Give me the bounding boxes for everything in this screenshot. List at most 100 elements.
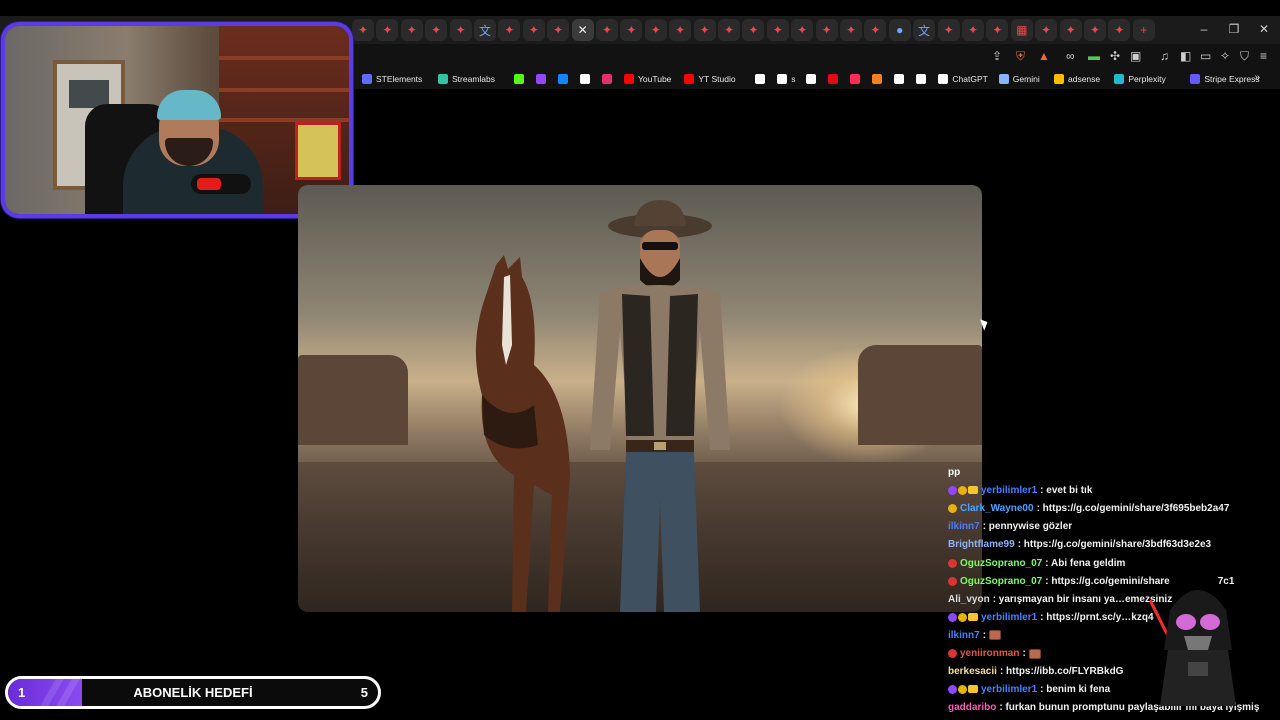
chat-username[interactable]: Clark_Wayne00 [960,503,1034,514]
bookmark-item[interactable]: Gemini [998,72,1040,86]
bookmark-item[interactable] [558,72,568,86]
tab-gemini-spark-icon[interactable]: ✦ [644,19,667,41]
tab-gemini-spark-icon[interactable]: ✦ [596,19,618,41]
chat-text: : benim ki fena [1040,684,1111,696]
bookmark-item[interactable] [536,72,546,86]
chat-username[interactable]: berkesacii [948,666,997,677]
screenshot-icon[interactable]: ▣ [1130,49,1141,63]
bookmark-item[interactable] [602,72,612,86]
chat-text: : https://prnt.sc/y…kzq4 [1040,611,1154,623]
subscription-goal-bar: 1 ABONELİK HEDEFİ 5 [5,676,381,709]
bookmark-item[interactable] [755,72,766,86]
tab-gemini-spark-icon[interactable]: ✦ [791,19,814,41]
vpn-shield-icon[interactable]: ⛉ [1240,49,1249,64]
sidebar-icon[interactable]: ◧ [1180,49,1191,63]
rewards-icon[interactable]: ▲ [1038,49,1050,63]
bookmark-item[interactable] [872,72,883,86]
chat-username[interactable]: OguzSoprano_07 [960,576,1042,587]
tab-gemini-spark-icon[interactable]: ✦ [962,19,984,41]
minimize-window-icon[interactable]: ‒ [1196,22,1212,36]
tab-gemini-spark-icon[interactable]: ✦ [498,19,521,41]
tab-gemini-spark-icon[interactable]: ✦ [1108,19,1131,41]
bookmark-item[interactable] [828,72,839,86]
tab-gemini-spark-icon[interactable]: ✦ [425,19,448,41]
chat-username[interactable]: Ali_vyon [948,594,990,605]
bookmark-item[interactable]: Streamlabs [438,72,495,86]
chat-username[interactable]: gaddaribo [948,702,996,713]
tab-gemini-spark-icon[interactable]: ✦ [1059,19,1082,41]
extensions-puzzle-icon[interactable]: ✣ [1110,49,1120,63]
tab-gemini-spark-icon[interactable]: ✦ [547,19,570,41]
chat-username[interactable]: OguzSoprano_07 [960,558,1042,569]
bookmark-item[interactable]: Perplexity [1114,72,1166,86]
tab-gemini-spark-icon[interactable]: ✦ [400,19,423,41]
tab-gemini-spark-icon[interactable]: ✦ [693,19,716,41]
chat-username[interactable]: pp [948,467,960,478]
bookmark-item[interactable]: ChatGPT [938,72,988,86]
chat-message: yerbilimler1: https://prnt.sc/y…kzq4 [948,612,1154,623]
bookmark-item[interactable]: YouTube [624,72,671,86]
tab-photo-icon[interactable]: ▦ [1010,19,1033,41]
brave-shield-icon[interactable]: ⛨ [1016,49,1025,64]
tab-gemini-spark-icon[interactable]: ✦ [620,19,643,41]
bookmark-item[interactable] [514,72,524,86]
share-icon[interactable]: ⇪ [992,49,1002,63]
chat-username[interactable]: Brightflame99 [948,539,1015,550]
tab-gemini-spark-icon[interactable]: ✦ [352,19,374,41]
bookmark-favicon-icon [558,74,568,84]
chat-username[interactable]: yerbilimler1 [981,485,1037,496]
tab-gemini-spark-icon[interactable]: ✦ [669,19,692,41]
bookmark-favicon-icon [438,74,448,84]
chat-username[interactable]: yerbilimler1 [981,612,1037,623]
close-window-icon[interactable]: ✕ [1256,22,1272,36]
tab-gemini-spark-icon[interactable]: ✦ [742,19,765,41]
tab-gemini-spark-icon[interactable]: ✦ [376,19,399,41]
tab-gemini-spark-icon[interactable]: ✦ [937,19,960,41]
wallet-icon[interactable]: ▭ [1200,49,1211,63]
tab-close-icon[interactable]: ✕ [571,19,594,41]
chat-username[interactable]: yeniironman [960,648,1019,659]
tab-gemini-spark-icon[interactable]: ✦ [718,19,740,41]
bookmark-label: Streamlabs [452,74,495,84]
extension-green-icon[interactable]: ▬ [1088,49,1100,63]
bookmark-item[interactable]: s [777,72,795,86]
ai-sparkle-icon[interactable]: ✧ [1220,49,1230,63]
chat-username[interactable]: ilkinn7 [948,630,980,641]
maximize-window-icon[interactable]: ❐ [1226,22,1242,36]
bookmark-item[interactable]: STElements [362,72,422,86]
tab-gemini-spark-icon[interactable]: ✦ [840,19,862,41]
chat-text: : https://ibb.co/FLYRBkdG [999,666,1124,678]
generated-cowboy-image [298,185,982,612]
bookmark-favicon-icon [872,74,883,84]
extension-glasses-icon[interactable]: ∞ [1066,49,1075,63]
tab-gemini-spark-icon[interactable]: ✦ [864,19,887,41]
chat-badges [948,504,957,514]
tab-gemini-spark-icon[interactable]: ✦ [1035,19,1058,41]
bookmark-item[interactable] [894,72,905,86]
tab-gemini-spark-icon[interactable]: ✦ [815,19,838,41]
tab-gemini-spark-icon[interactable]: ✦ [522,19,545,41]
tab-chat-bubble-icon[interactable]: ● [888,19,911,41]
tab-gemini-spark-icon[interactable]: ✦ [449,19,472,41]
media-controls-icon[interactable]: ♫ [1160,49,1169,63]
new-tab-button[interactable]: + [1132,19,1155,41]
menu-icon[interactable]: ≡ [1260,49,1267,63]
bookmark-item[interactable]: Stripe Express [1190,72,1260,86]
bookmark-item[interactable] [580,72,590,86]
bookmark-item[interactable] [806,72,817,86]
bookmark-item[interactable] [916,72,927,86]
tab-translate-icon[interactable]: 文 [474,19,496,41]
bookmark-item[interactable] [850,72,861,86]
bookmark-favicon-icon [684,74,695,84]
mesa-left [298,355,408,445]
tab-gemini-spark-icon[interactable]: ✦ [766,19,789,41]
tab-translate-icon[interactable]: 文 [913,19,936,41]
bookmark-item[interactable]: adsense [1054,72,1100,86]
chat-username[interactable]: ilkinn7 [948,521,980,532]
bookmark-item[interactable]: YT Studio [684,72,736,86]
bookmark-label: YT Studio [698,74,736,84]
crown-badge-icon [968,685,978,694]
tab-gemini-spark-icon[interactable]: ✦ [986,19,1009,41]
tab-gemini-spark-icon[interactable]: ✦ [1084,19,1106,41]
chat-username[interactable]: yerbilimler1 [981,684,1037,695]
